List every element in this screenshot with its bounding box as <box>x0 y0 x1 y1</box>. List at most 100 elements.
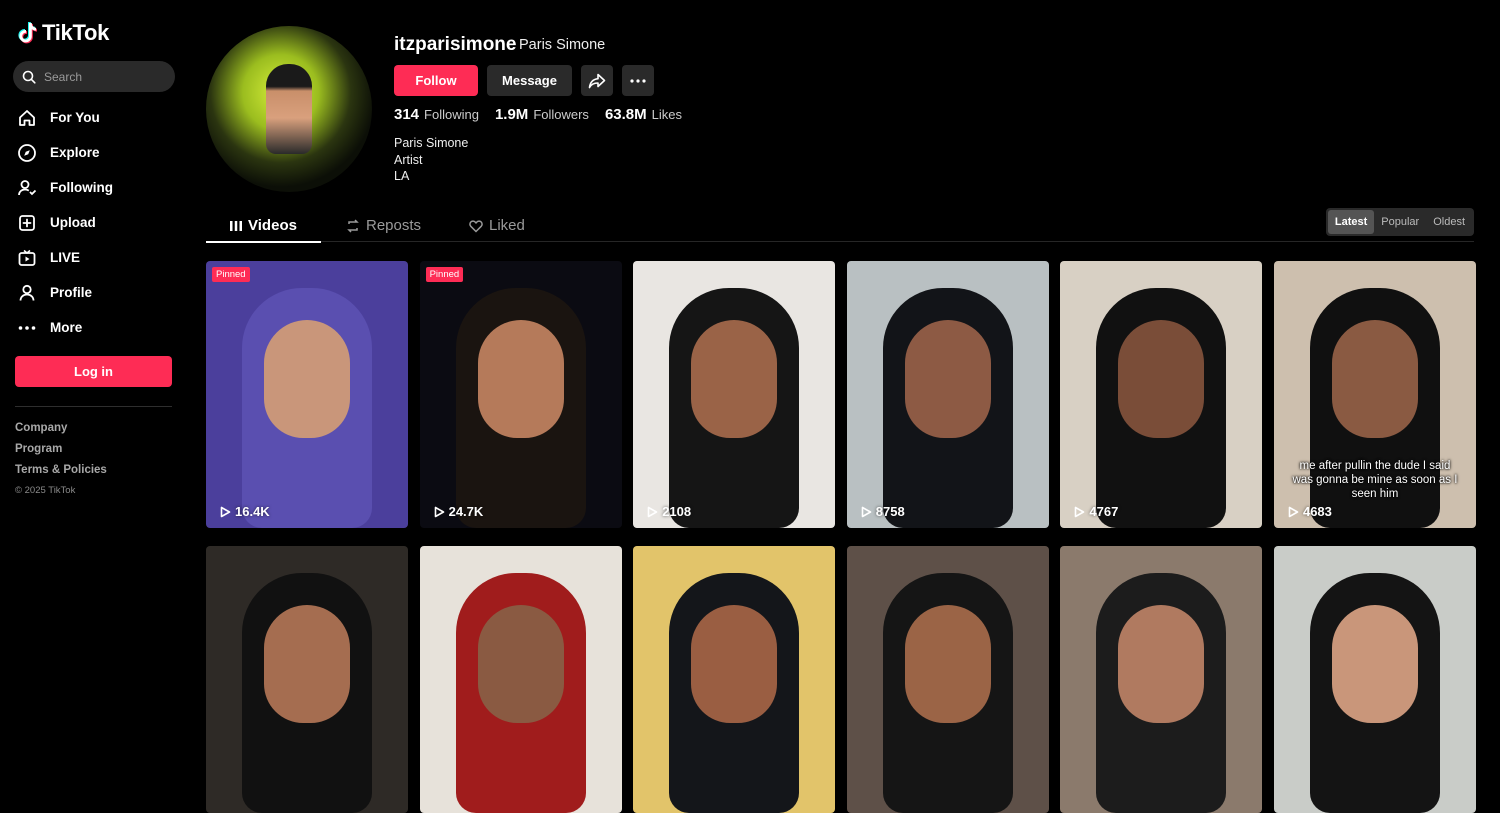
sort-selector: Latest Popular Oldest <box>1325 208 1474 236</box>
video-card[interactable]: Pinned 24.7K <box>419 261 622 528</box>
video-card[interactable]: 4767 <box>1060 261 1263 528</box>
sidebar-divider <box>15 406 172 407</box>
stat-number: 1.9M <box>494 106 529 123</box>
share-icon <box>588 73 606 88</box>
tab-label: Liked <box>489 217 525 234</box>
view-count-text: 8758 <box>875 504 905 519</box>
profile-tabs: Videos Reposts Liked Latest Popular Olde… <box>206 208 1474 243</box>
nav-label: LIVE <box>50 250 81 265</box>
tab-label: Videos <box>248 217 297 234</box>
thumbnail-face-shape <box>1118 319 1205 438</box>
stat-label: Followers <box>533 107 589 122</box>
nav-upload[interactable]: Upload <box>16 205 176 240</box>
nav-profile[interactable]: Profile <box>16 275 176 310</box>
thumbnail-face-shape <box>264 604 350 723</box>
avatar[interactable] <box>206 26 372 192</box>
login-button[interactable]: Log in <box>15 356 172 387</box>
nav-explore[interactable]: Explore <box>16 135 176 170</box>
profile-nickname: Paris Simone <box>519 37 606 53</box>
nav-label: Following <box>50 180 113 195</box>
main-nav: For You Explore Following Upload LIVE Pr… <box>16 100 176 345</box>
upload-icon <box>16 212 38 234</box>
copyright: © 2025 TikTok <box>15 485 76 496</box>
video-card[interactable] <box>206 546 408 813</box>
search-icon <box>22 70 36 84</box>
stat-number: 63.8M <box>604 106 647 123</box>
tab-liked[interactable]: Liked <box>469 210 525 241</box>
nav-more[interactable]: More <box>16 310 176 345</box>
thumbnail-face-shape <box>264 319 350 438</box>
sort-popular[interactable]: Popular <box>1374 210 1426 234</box>
play-icon <box>1075 506 1085 517</box>
person-icon <box>16 282 38 304</box>
thumbnail-face-shape <box>477 604 564 723</box>
video-caption-overlay: me after pullin the dude I said was gonn… <box>1292 460 1458 500</box>
thumbnail-face-shape <box>477 319 564 438</box>
play-icon <box>220 506 231 517</box>
view-count: 4767 <box>1072 504 1118 519</box>
stat-label: Likes <box>651 107 682 122</box>
nav-label: Explore <box>50 145 100 160</box>
video-card[interactable] <box>1273 546 1476 813</box>
tiktok-logo-icon <box>18 22 37 44</box>
footer-link-terms[interactable]: Terms & Policies <box>15 463 107 484</box>
bio-line: LA <box>394 169 410 183</box>
more-options-button[interactable] <box>622 65 654 96</box>
view-count-text: 16.4K <box>235 504 270 519</box>
video-grid: Pinned 16.4K Pinned 24.7K 2108 8758 4767 me aft… <box>206 261 1476 813</box>
view-count: 24.7K <box>432 504 484 519</box>
nav-for-you[interactable]: For You <box>16 100 176 135</box>
thumbnail-face-shape <box>691 604 778 723</box>
video-card[interactable] <box>419 546 622 813</box>
stat-following[interactable]: 314 Following <box>394 106 479 123</box>
sort-latest[interactable]: Latest <box>1327 210 1375 234</box>
search-box[interactable] <box>13 61 175 92</box>
view-count: 8758 <box>859 504 905 519</box>
live-tv-icon <box>16 247 38 269</box>
sidebar-footer: Company Program Terms & Policies © 2025 … <box>15 421 107 496</box>
video-card[interactable] <box>633 546 836 813</box>
logo-text: TikTok <box>42 20 110 45</box>
video-card[interactable]: 8758 <box>846 261 1049 528</box>
avatar-figure <box>266 64 312 154</box>
compass-icon <box>16 142 38 164</box>
bio-line: Artist <box>394 152 423 167</box>
video-card[interactable]: 2108 <box>633 261 836 528</box>
video-card[interactable]: me after pullin the dude I said was gonn… <box>1273 261 1476 528</box>
play-icon <box>434 506 444 517</box>
video-card[interactable]: Pinned 16.4K <box>206 261 408 528</box>
follow-button[interactable]: Follow <box>394 65 478 96</box>
footer-link-program[interactable]: Program <box>15 442 107 463</box>
profile-stats: 314 Following 1.9M Followers 63.8M Likes <box>394 106 682 123</box>
profile-actions: Follow Message <box>394 65 654 96</box>
play-icon <box>1288 506 1299 517</box>
view-count: 4683 <box>1286 504 1332 519</box>
message-button[interactable]: Message <box>487 65 572 96</box>
stat-followers[interactable]: 1.9M Followers <box>495 106 589 123</box>
tab-label: Reposts <box>366 217 422 234</box>
nav-label: For You <box>50 110 100 125</box>
thumbnail-face-shape <box>904 319 991 438</box>
search-input[interactable] <box>44 69 164 84</box>
thumbnail-face-shape <box>1331 604 1418 723</box>
footer-link-company[interactable]: Company <box>15 421 107 442</box>
nav-label: Profile <box>50 285 93 300</box>
tab-videos[interactable]: Videos <box>206 210 321 243</box>
profile-bio: Paris Simone Artist LA <box>394 135 468 185</box>
tab-reposts[interactable]: Reposts <box>346 210 421 241</box>
nav-live[interactable]: LIVE <box>16 240 176 275</box>
stat-number: 314 <box>394 106 420 123</box>
view-count-text: 24.7K <box>448 504 484 519</box>
nav-label: More <box>50 320 83 335</box>
tiktok-logo[interactable]: TikTok <box>18 20 109 46</box>
profile-username: itzparisimone <box>394 34 517 55</box>
view-count: 2108 <box>645 504 691 519</box>
video-card[interactable] <box>1060 546 1263 813</box>
play-icon <box>647 506 658 517</box>
share-button[interactable] <box>581 65 613 96</box>
sort-oldest[interactable]: Oldest <box>1426 210 1472 234</box>
view-count: 16.4K <box>218 504 270 519</box>
bio-line: Paris Simone <box>394 136 469 150</box>
nav-following[interactable]: Following <box>16 170 176 205</box>
video-card[interactable] <box>846 546 1049 813</box>
